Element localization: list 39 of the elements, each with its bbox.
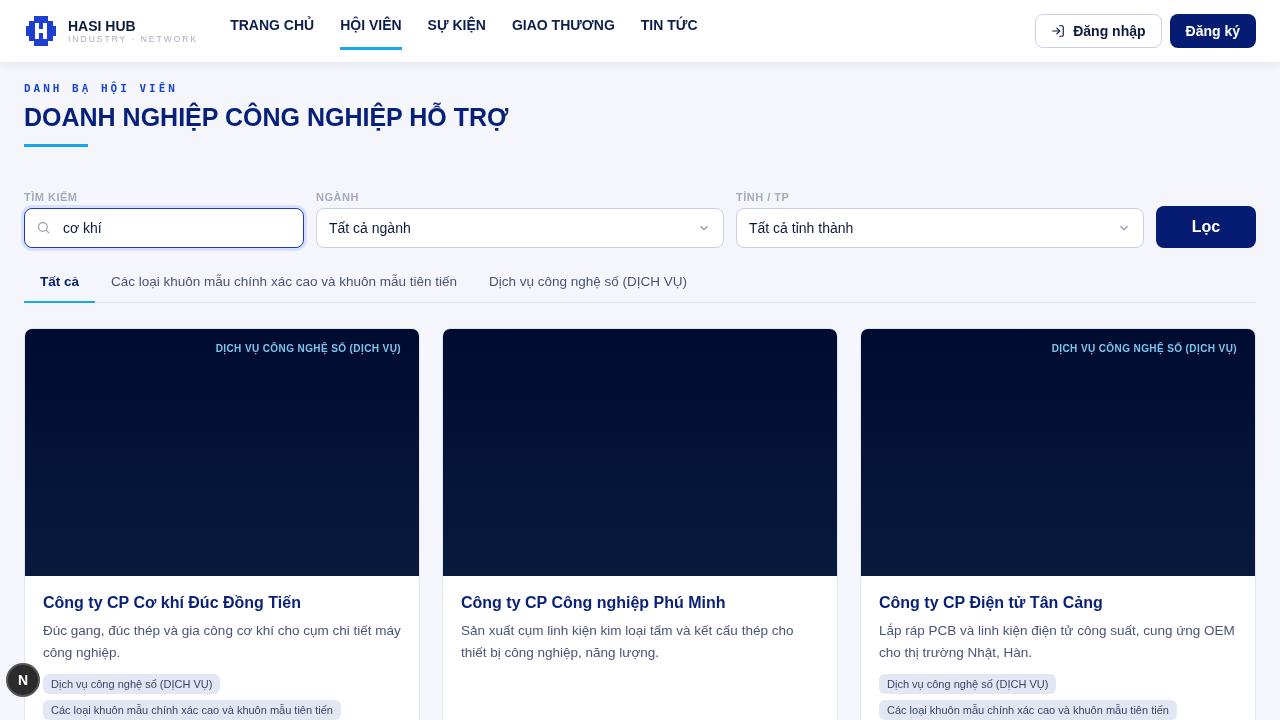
company-description: Sản xuất cụm linh kiện kim loại tấm và kết cấu thép cho thiết bị công nghiệp, năng lượng. bbox=[461, 622, 795, 662]
nav-link[interactable]: SỰ KIỆN bbox=[427, 0, 486, 50]
category-label: DỊCH VỤ CÔNG NGHỆ SỐ (DỊCH VỤ) bbox=[1051, 343, 1237, 354]
category-tag: Các loại khuôn mẫu chính xác cao và khuôn mẫu tiên tiến bbox=[43, 700, 341, 720]
company-description: Lắp ráp PCB và linh kiện điện tử công suất, cung ứng OEM cho thị trường Nhật, Hàn. bbox=[879, 622, 1236, 662]
category-tag: Các loại khuôn mẫu chính xác cao và khuôn mẫu tiên tiến bbox=[879, 700, 1177, 720]
select-field[interactable]: Tất cả ngành bbox=[316, 208, 724, 248]
company-description: Đúc gang, đúc thép và gia công cơ khí cho cụm chi tiết máy công nghiệp. bbox=[43, 622, 401, 662]
search-icon bbox=[36, 220, 51, 235]
nav-link[interactable]: TRANG CHỦ bbox=[230, 0, 315, 50]
search-field[interactable]: cơ khí bbox=[24, 208, 304, 248]
category-label: DỊCH VỤ CÔNG NGHỆ SỐ (DỊCH VỤ) bbox=[215, 343, 401, 354]
company-name: Công ty CP Điện tử Tân Cảng bbox=[879, 594, 1104, 612]
field-label: TÌM KIẾM bbox=[24, 191, 79, 203]
nav-link[interactable]: HỘI VIÊN bbox=[340, 0, 402, 50]
category-tag: Dịch vụ công nghệ số (DỊCH VỤ) bbox=[879, 674, 1057, 694]
dev-indicator-button[interactable]: N bbox=[6, 663, 40, 697]
nav-link[interactable]: TIN TỨC bbox=[640, 0, 698, 50]
select-field[interactable]: Tất cả tỉnh thành bbox=[736, 208, 1144, 248]
eyebrow: DANH BẠ HỘI VIÊN bbox=[24, 82, 179, 95]
category-tab[interactable]: Các loại khuôn mẫu chính xác cao và khuôn mẫu tiên tiến bbox=[95, 264, 473, 303]
page-title: DOANH NGHIỆP CÔNG NGHIỆP HỖ TRỢ bbox=[24, 103, 510, 132]
category-tag: Dịch vụ công nghệ số (DỊCH VỤ) bbox=[43, 674, 221, 694]
company-name: Công ty CP Cơ khí Đúc Đồng Tiến bbox=[43, 594, 302, 612]
company-card[interactable] bbox=[860, 328, 1256, 720]
brand-name: HASI HUB bbox=[68, 18, 137, 34]
register-button[interactable]: Đăng ký bbox=[1169, 14, 1256, 48]
company-name: Công ty CP Công nghiệp Phú Minh bbox=[461, 594, 727, 612]
category-tab[interactable]: Dịch vụ công nghệ số (DỊCH VỤ) bbox=[473, 264, 704, 303]
brand-tagline: INDUSTRY · NETWORK bbox=[68, 34, 199, 44]
filter-button[interactable]: Lọc bbox=[1156, 206, 1256, 248]
field-label: NGÀNH bbox=[316, 191, 360, 203]
login-button[interactable]: Đăng nhập bbox=[1035, 14, 1162, 48]
category-tab[interactable]: Tất cả bbox=[24, 264, 96, 303]
nav-link[interactable]: GIAO THƯƠNG bbox=[511, 0, 615, 50]
logo-icon bbox=[24, 14, 58, 48]
company-card[interactable]: Công ty CP Công nghiệp Phú Minh Sản xuất cụm linh kiện kim loại tấm và kết cấu thép cho thiết bị công nghiệp, năng lượng. bbox=[442, 328, 838, 720]
field-label: TỈNH / TP bbox=[736, 191, 791, 203]
login-icon bbox=[1051, 24, 1066, 38]
